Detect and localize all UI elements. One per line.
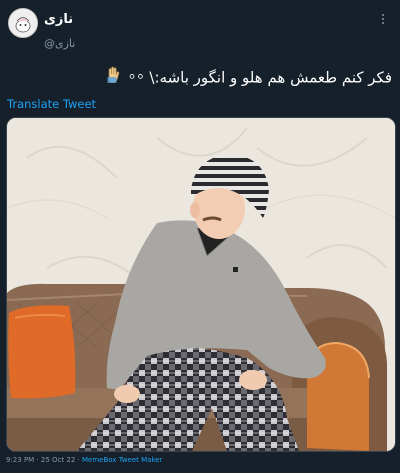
tweet-body: فکر کنم طعمش هم هلو و انگور باشه:\ bbox=[149, 68, 392, 87]
tweet-meta: 9:23 PM · 25 Oct 22 · MemeBox Tweet Make… bbox=[6, 456, 162, 464]
photo-illustration bbox=[7, 118, 395, 451]
hand-emoji-icon bbox=[105, 66, 121, 90]
translate-tweet-link[interactable]: Translate Tweet bbox=[7, 97, 96, 111]
display-name[interactable]: نازی bbox=[44, 12, 73, 27]
tweet-date: 25 Oct 22 bbox=[40, 456, 76, 464]
meta-separator: · bbox=[36, 456, 39, 464]
avatar[interactable] bbox=[8, 8, 38, 38]
tweet-media-image[interactable] bbox=[6, 117, 396, 452]
meta-separator: · bbox=[77, 456, 80, 464]
eyes-emoji-icon: ⚪⚪ bbox=[127, 72, 145, 83]
more-options-icon[interactable] bbox=[376, 14, 390, 28]
tweet-time: 9:23 PM bbox=[6, 456, 35, 464]
handle[interactable]: @نازی bbox=[44, 37, 75, 50]
tweet-source-link[interactable]: MemeBox Tweet Maker bbox=[82, 456, 162, 464]
tweet-text: فکر کنم طعمش هم هلو و انگور باشه:\ ⚪⚪ bbox=[12, 66, 392, 90]
